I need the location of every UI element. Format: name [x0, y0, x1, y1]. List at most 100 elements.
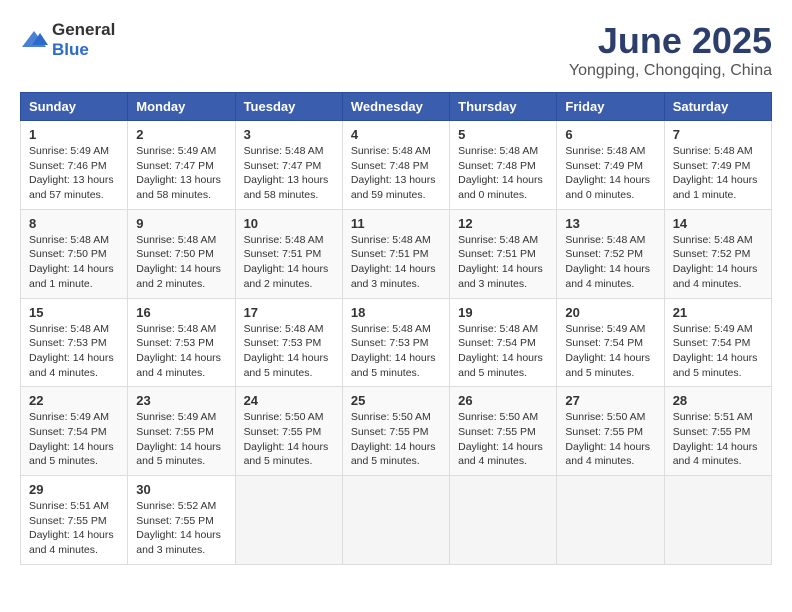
- calendar-cell: 15 Sunrise: 5:48 AMSunset: 7:53 PMDayligh…: [21, 298, 128, 387]
- day-info: Sunrise: 5:48 AMSunset: 7:51 PMDaylight:…: [351, 233, 441, 292]
- calendar-cell: [342, 476, 449, 565]
- logo-icon: [20, 29, 48, 51]
- calendar-cell: 6 Sunrise: 5:48 AMSunset: 7:49 PMDaylight…: [557, 121, 664, 210]
- day-number: 25: [351, 393, 441, 408]
- month-title: June 2025: [569, 20, 772, 62]
- day-number: 5: [458, 127, 548, 142]
- day-number: 15: [29, 305, 119, 320]
- calendar-cell: 20 Sunrise: 5:49 AMSunset: 7:54 PMDayligh…: [557, 298, 664, 387]
- day-number: 16: [136, 305, 226, 320]
- calendar-cell: 10 Sunrise: 5:48 AMSunset: 7:51 PMDayligh…: [235, 209, 342, 298]
- calendar-cell: 19Sunrise: 5:48 AMSunset: 7:54 PMDayligh…: [450, 298, 557, 387]
- day-number: 21: [673, 305, 763, 320]
- calendar-cell: 27 Sunrise: 5:50 AMSunset: 7:55 PMDayligh…: [557, 387, 664, 476]
- calendar-week-row: 22Sunrise: 5:49 AMSunset: 7:54 PMDayligh…: [21, 387, 772, 476]
- day-number: 2: [136, 127, 226, 142]
- day-info: Sunrise: 5:48 AMSunset: 7:51 PMDaylight:…: [458, 233, 548, 292]
- day-number: 6: [565, 127, 655, 142]
- calendar-cell: 8Sunrise: 5:48 AMSunset: 7:50 PMDaylight…: [21, 209, 128, 298]
- calendar-cell: [557, 476, 664, 565]
- day-info: Sunrise: 5:48 AMSunset: 7:51 PMDaylight:…: [244, 233, 334, 292]
- day-number: 7: [673, 127, 763, 142]
- day-number: 19: [458, 305, 548, 320]
- day-of-week-header: Tuesday: [235, 93, 342, 121]
- day-info: Sunrise: 5:49 AMSunset: 7:54 PMDaylight:…: [673, 322, 763, 381]
- location-title: Yongping, Chongqing, China: [569, 62, 772, 80]
- day-number: 20: [565, 305, 655, 320]
- calendar-cell: 11Sunrise: 5:48 AMSunset: 7:51 PMDayligh…: [342, 209, 449, 298]
- day-info: Sunrise: 5:48 AMSunset: 7:49 PMDaylight:…: [565, 144, 655, 203]
- calendar-cell: 23Sunrise: 5:49 AMSunset: 7:55 PMDayligh…: [128, 387, 235, 476]
- calendar-cell: 28 Sunrise: 5:51 AMSunset: 7:55 PMDayligh…: [664, 387, 771, 476]
- logo-general: General: [52, 20, 115, 39]
- calendar-cell: 30 Sunrise: 5:52 AMSunset: 7:55 PMDayligh…: [128, 476, 235, 565]
- calendar-cell: 4Sunrise: 5:48 AMSunset: 7:48 PMDaylight…: [342, 121, 449, 210]
- day-number: 30: [136, 482, 226, 497]
- day-number: 24: [244, 393, 334, 408]
- day-number: 17: [244, 305, 334, 320]
- day-number: 13: [565, 216, 655, 231]
- day-number: 12: [458, 216, 548, 231]
- day-number: 4: [351, 127, 441, 142]
- day-of-week-header: Saturday: [664, 93, 771, 121]
- day-of-week-header: Monday: [128, 93, 235, 121]
- day-info: Sunrise: 5:48 AMSunset: 7:48 PMDaylight:…: [458, 144, 548, 203]
- day-info: Sunrise: 5:48 AMSunset: 7:53 PMDaylight:…: [136, 322, 226, 381]
- day-number: 28: [673, 393, 763, 408]
- calendar-cell: 18 Sunrise: 5:48 AMSunset: 7:53 PMDayligh…: [342, 298, 449, 387]
- day-number: 14: [673, 216, 763, 231]
- calendar-cell: 14 Sunrise: 5:48 AMSunset: 7:52 PMDayligh…: [664, 209, 771, 298]
- day-number: 8: [29, 216, 119, 231]
- calendar-cell: 22Sunrise: 5:49 AMSunset: 7:54 PMDayligh…: [21, 387, 128, 476]
- calendar-cell: 3 Sunrise: 5:48 AMSunset: 7:47 PMDaylight…: [235, 121, 342, 210]
- day-info: Sunrise: 5:48 AMSunset: 7:47 PMDaylight:…: [244, 144, 334, 203]
- day-info: Sunrise: 5:49 AMSunset: 7:46 PMDaylight:…: [29, 144, 119, 203]
- calendar-cell: 26Sunrise: 5:50 AMSunset: 7:55 PMDayligh…: [450, 387, 557, 476]
- day-info: Sunrise: 5:50 AMSunset: 7:55 PMDaylight:…: [351, 410, 441, 469]
- calendar-cell: 13 Sunrise: 5:48 AMSunset: 7:52 PMDayligh…: [557, 209, 664, 298]
- calendar-cell: [664, 476, 771, 565]
- calendar-cell: [235, 476, 342, 565]
- day-info: Sunrise: 5:49 AMSunset: 7:54 PMDaylight:…: [565, 322, 655, 381]
- logo-text: General Blue: [52, 20, 115, 60]
- calendar-cell: 7Sunrise: 5:48 AMSunset: 7:49 PMDaylight…: [664, 121, 771, 210]
- calendar-header-row: SundayMondayTuesdayWednesdayThursdayFrid…: [21, 93, 772, 121]
- day-info: Sunrise: 5:48 AMSunset: 7:52 PMDaylight:…: [565, 233, 655, 292]
- day-info: Sunrise: 5:48 AMSunset: 7:50 PMDaylight:…: [136, 233, 226, 292]
- calendar-cell: 16 Sunrise: 5:48 AMSunset: 7:53 PMDayligh…: [128, 298, 235, 387]
- day-info: Sunrise: 5:48 AMSunset: 7:53 PMDaylight:…: [29, 322, 119, 381]
- calendar-cell: 24 Sunrise: 5:50 AMSunset: 7:55 PMDayligh…: [235, 387, 342, 476]
- calendar-cell: 2Sunrise: 5:49 AMSunset: 7:47 PMDaylight…: [128, 121, 235, 210]
- day-info: Sunrise: 5:50 AMSunset: 7:55 PMDaylight:…: [565, 410, 655, 469]
- day-number: 9: [136, 216, 226, 231]
- day-info: Sunrise: 5:48 AMSunset: 7:52 PMDaylight:…: [673, 233, 763, 292]
- calendar-cell: 25 Sunrise: 5:50 AMSunset: 7:55 PMDayligh…: [342, 387, 449, 476]
- day-number: 1: [29, 127, 119, 142]
- day-number: 18: [351, 305, 441, 320]
- day-number: 10: [244, 216, 334, 231]
- calendar-cell: 5 Sunrise: 5:48 AMSunset: 7:48 PMDaylight…: [450, 121, 557, 210]
- calendar-cell: 9 Sunrise: 5:48 AMSunset: 7:50 PMDaylight…: [128, 209, 235, 298]
- calendar-cell: 21 Sunrise: 5:49 AMSunset: 7:54 PMDayligh…: [664, 298, 771, 387]
- day-info: Sunrise: 5:51 AMSunset: 7:55 PMDaylight:…: [673, 410, 763, 469]
- day-info: Sunrise: 5:51 AMSunset: 7:55 PMDaylight:…: [29, 499, 119, 558]
- day-info: Sunrise: 5:52 AMSunset: 7:55 PMDaylight:…: [136, 499, 226, 558]
- calendar-cell: 12 Sunrise: 5:48 AMSunset: 7:51 PMDayligh…: [450, 209, 557, 298]
- day-number: 27: [565, 393, 655, 408]
- calendar-week-row: 29Sunrise: 5:51 AMSunset: 7:55 PMDayligh…: [21, 476, 772, 565]
- day-number: 3: [244, 127, 334, 142]
- calendar-week-row: 1 Sunrise: 5:49 AMSunset: 7:46 PMDaylight…: [21, 121, 772, 210]
- calendar-table: SundayMondayTuesdayWednesdayThursdayFrid…: [20, 92, 772, 565]
- calendar-cell: [450, 476, 557, 565]
- day-info: Sunrise: 5:49 AMSunset: 7:55 PMDaylight:…: [136, 410, 226, 469]
- day-number: 26: [458, 393, 548, 408]
- logo-blue: Blue: [52, 40, 89, 59]
- day-number: 22: [29, 393, 119, 408]
- day-of-week-header: Thursday: [450, 93, 557, 121]
- calendar-week-row: 8 Sunrise: 5:48 AMSunset: 7:50 PMDaylight…: [21, 209, 772, 298]
- day-info: Sunrise: 5:50 AMSunset: 7:55 PMDaylight:…: [244, 410, 334, 469]
- day-info: Sunrise: 5:48 AMSunset: 7:53 PMDaylight:…: [244, 322, 334, 381]
- day-info: Sunrise: 5:48 AMSunset: 7:53 PMDaylight:…: [351, 322, 441, 381]
- logo: General Blue: [20, 20, 115, 60]
- calendar-cell: 29Sunrise: 5:51 AMSunset: 7:55 PMDayligh…: [21, 476, 128, 565]
